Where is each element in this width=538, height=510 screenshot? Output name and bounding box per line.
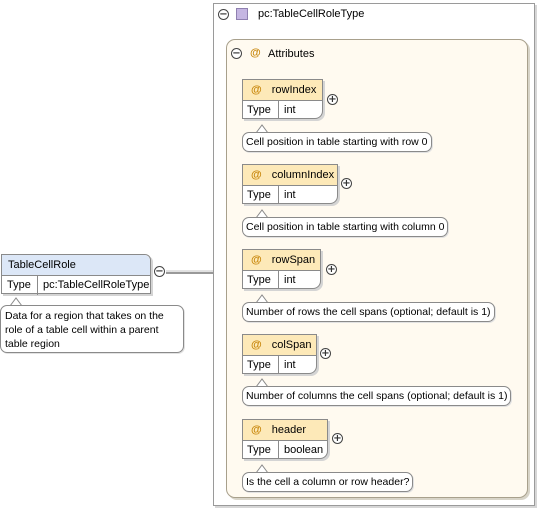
attributes-title: Attributes <box>268 48 315 60</box>
attribute-doc-colspan: Number of columns the cell spans (option… <box>242 386 512 406</box>
attribute-group-icon: @ <box>250 47 261 59</box>
attribute-icon: @ <box>251 424 262 436</box>
type-label: Type <box>243 101 279 119</box>
attribute-icon: @ <box>251 254 262 266</box>
type-value: int <box>284 104 296 116</box>
attribute-doc-rowspan: Number of rows the cell spans (optional;… <box>242 302 495 322</box>
element-tablecellrole[interactable]: TableCellRole Type pc:TableCellRoleType <box>1 254 151 295</box>
type-label: Type <box>243 271 279 289</box>
expand-columnindex-toggle[interactable]: + <box>341 178 352 189</box>
element-name: TableCellRole <box>2 255 150 276</box>
attribute-card-columnindex[interactable]: @ columnIndex Type int <box>242 164 338 204</box>
expand-rowspan-toggle[interactable]: + <box>326 264 337 275</box>
type-label: Type <box>243 186 279 204</box>
collapse-type-toggle[interactable]: − <box>218 9 229 20</box>
attribute-card-rowindex[interactable]: @ rowIndex Type int <box>242 79 323 119</box>
attribute-icon: @ <box>251 339 262 351</box>
attribute-name: rowIndex <box>271 84 317 96</box>
attribute-doc-columnindex: Cell position in table starting with col… <box>242 217 449 237</box>
expand-rowindex-toggle[interactable]: + <box>327 94 338 105</box>
attribute-card-rowspan[interactable]: @ rowSpan Type int <box>242 249 321 289</box>
expand-header-toggle[interactable]: + <box>332 433 343 444</box>
expand-colspan-toggle[interactable]: + <box>320 348 331 359</box>
attribute-name: header <box>271 424 306 436</box>
attribute-card-header[interactable]: @ header Type boolean <box>242 419 328 459</box>
type-value: int <box>284 274 296 286</box>
attribute-name: colSpan <box>271 339 312 351</box>
type-value: int <box>284 359 296 371</box>
element-doc: Data for a region that takes on the role… <box>0 305 184 353</box>
collapse-element-toggle[interactable]: − <box>154 266 165 277</box>
complex-type-icon <box>236 8 248 20</box>
type-value: pc:TableCellRoleType <box>43 279 150 291</box>
type-value: boolean <box>284 444 324 456</box>
attribute-doc-header: Is the cell a column or row header? <box>242 472 414 492</box>
complex-type-name: pc:TableCellRoleType <box>258 8 365 20</box>
attribute-doc-rowindex: Cell position in table starting with row… <box>242 132 432 152</box>
attribute-name: rowSpan <box>271 254 316 266</box>
collapse-attributes-toggle[interactable]: − <box>231 48 242 59</box>
attribute-card-colspan[interactable]: @ colSpan Type int <box>242 334 317 374</box>
type-label: Type <box>2 276 38 295</box>
attribute-icon: @ <box>251 169 262 181</box>
type-label: Type <box>243 356 279 374</box>
attribute-name: columnIndex <box>271 169 335 181</box>
attribute-icon: @ <box>251 84 262 96</box>
type-value: int <box>284 189 296 201</box>
type-label: Type <box>243 441 279 459</box>
